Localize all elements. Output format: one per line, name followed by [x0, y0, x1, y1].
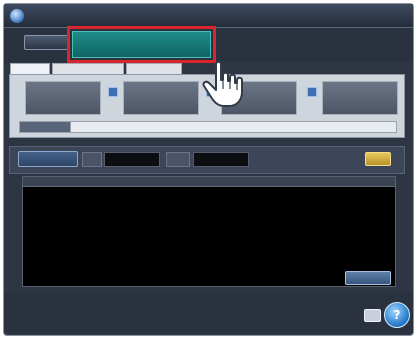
app-logo-icon — [10, 9, 24, 23]
search-input-2[interactable] — [193, 152, 249, 167]
patient-card[interactable] — [322, 81, 398, 115]
highlighted-menu-item[interactable] — [72, 31, 211, 58]
add-button[interactable] — [307, 87, 317, 97]
search-separator-box[interactable] — [166, 152, 190, 167]
result-list[interactable] — [22, 176, 396, 287]
patient-card[interactable] — [123, 81, 199, 115]
add-button[interactable] — [108, 87, 118, 97]
tab-2[interactable] — [52, 63, 124, 74]
search-go-button[interactable] — [365, 152, 391, 166]
screen-icon[interactable] — [364, 309, 381, 322]
tab-1[interactable] — [10, 63, 50, 74]
help-button[interactable]: ? — [384, 302, 410, 328]
search-input[interactable] — [104, 152, 160, 167]
search-mode-toggle[interactable] — [82, 152, 102, 167]
progress-bar — [19, 121, 397, 133]
list-header — [23, 177, 395, 187]
menu-button[interactable] — [24, 35, 68, 50]
hand-pointer-icon — [202, 60, 243, 107]
list-action-button[interactable] — [345, 271, 391, 285]
bottom-bar — [4, 293, 413, 333]
patient-card[interactable] — [25, 81, 101, 115]
search-button[interactable] — [18, 151, 78, 167]
title-bar — [4, 4, 413, 28]
progress-label — [19, 121, 71, 133]
tab-3[interactable] — [126, 63, 182, 74]
